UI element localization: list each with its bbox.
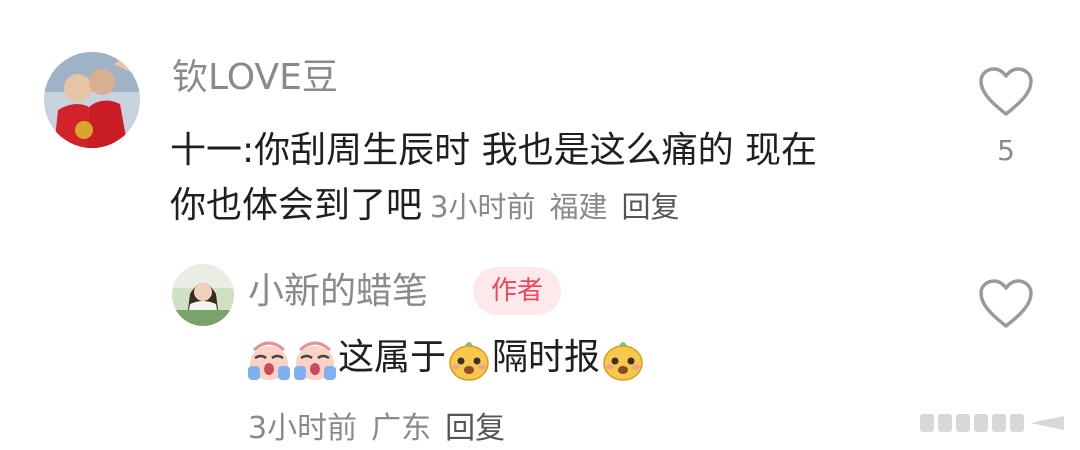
comment-1-text-line1: 十一:你刮周生辰时 我也是这么痛的 现在 xyxy=(170,130,818,171)
comment-1-username[interactable]: 钦LOVE豆 xyxy=(172,58,338,98)
comment-1-avatar[interactable] xyxy=(44,52,140,148)
comment-2-location: 广东 xyxy=(371,411,432,446)
comment-2-text-part1: 这属于 xyxy=(338,337,447,378)
author-badge: 作者 xyxy=(473,267,562,315)
comment-1-like-count: 5 xyxy=(997,134,1015,167)
comment-2-reply-button[interactable]: 回复 xyxy=(445,411,505,446)
comment-1-meta: 3小时前 福建 回复 xyxy=(430,190,693,224)
heart-outline-icon[interactable] xyxy=(978,278,1034,334)
comment-1-location: 福建 xyxy=(549,190,608,224)
yellow-smile-emoji-icon xyxy=(446,336,492,382)
crying-emoji-icon xyxy=(246,336,292,382)
comment-2-time: 3小时前 xyxy=(248,411,358,446)
app-watermark-icon xyxy=(918,410,1068,440)
yellow-smile-emoji-icon xyxy=(600,336,646,382)
comment-1-reply-button[interactable]: 回复 xyxy=(621,190,679,224)
comment-2-meta: 3小时前 广东 回复 xyxy=(248,403,519,447)
comment-1-text-line2-row: 你也体会到了吧 3小时前 福建 回复 xyxy=(170,180,694,233)
comment-1-text-line2: 你也体会到了吧 xyxy=(170,185,423,226)
comment-2-username[interactable]: 小新的蜡笔 xyxy=(248,272,428,312)
heart-outline-icon[interactable] xyxy=(978,66,1034,122)
comment-1-time: 3小时前 xyxy=(430,190,536,224)
crying-emoji-icon xyxy=(292,336,338,382)
comment-2-text-part2: 隔时报 xyxy=(492,337,601,378)
comment-2-text-row: 这属于 隔时报 xyxy=(246,332,646,384)
comment-2-avatar[interactable] xyxy=(172,264,234,326)
